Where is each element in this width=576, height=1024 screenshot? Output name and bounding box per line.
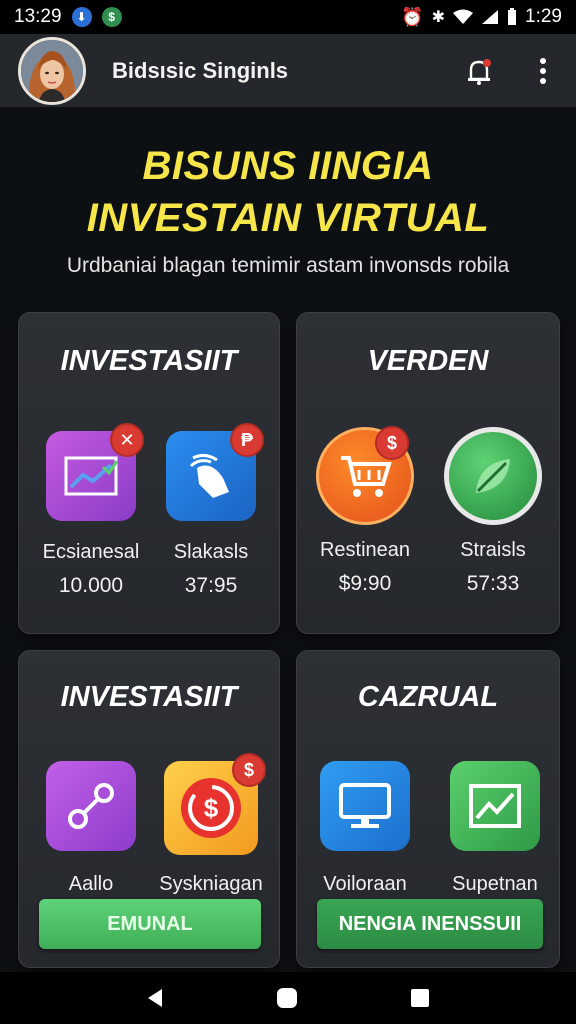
svg-text:$: $ [204, 793, 219, 823]
app-notification-icon: $ [101, 7, 122, 27]
alarm-icon: ⏰ [401, 6, 424, 27]
tile-straisls[interactable]: Straisls 57:33 [433, 427, 553, 596]
monitor-icon [320, 761, 410, 851]
tile-value: 10.000 [58, 574, 124, 597]
status-time: 13:29 [14, 6, 62, 27]
card-cazrual: CAZRUAL Voiloraan Supetnan NENGIA INENSS… [296, 650, 560, 968]
tile-restinean[interactable]: $ Restinean $9:90 [305, 426, 425, 596]
status-time-right: 1:29 [525, 6, 562, 27]
tile-label: Voiloraan [323, 873, 407, 895]
navigation-bar [0, 972, 576, 1024]
headline-line-1: BISUNS IINGIA [142, 144, 434, 188]
tile-value: $9:90 [338, 572, 392, 595]
nengia-inenssuii-button[interactable]: NENGIA INENSSUII [317, 899, 543, 949]
tile-label: Aallo [68, 873, 114, 895]
app-title: Bidsısic Singinls [112, 57, 289, 83]
card-investasiit-2: INVESTASIIT Aallo $ $ Syskniagan EMUNAL [18, 650, 280, 968]
mute-icon: ✱ [431, 9, 446, 26]
dollar-refresh-icon: $ $ [164, 753, 266, 855]
chart-line-icon: ✕ [46, 423, 144, 521]
card-title: INVESTASIIT [60, 345, 238, 377]
dollar-badge-icon[interactable]: $ [375, 426, 409, 460]
emunal-button[interactable]: EMUNAL [39, 899, 261, 949]
tile-value: 37:95 [184, 574, 238, 597]
tile-value: 57:33 [466, 572, 520, 595]
tile-slakasls[interactable]: ₱ Slakasls 37:95 [151, 423, 271, 598]
hand-swipe-icon: ₱ [166, 423, 264, 521]
trend-chart-icon [450, 761, 540, 851]
tile-label: Syskniagan [159, 873, 263, 895]
more-vert-icon[interactable] [528, 56, 558, 86]
tile-label: Ecsianesal [42, 541, 140, 563]
status-bar: 13:29 ⬇ $ ⏰ ✱ 1:29 [0, 0, 576, 34]
card-title: CAZRUAL [357, 681, 499, 713]
leaf-icon [444, 427, 542, 525]
tile-label: Slakasls [173, 541, 249, 563]
share-link-icon [46, 761, 136, 851]
headline-line-2: INVESTAIN VIRTUAL [86, 196, 490, 240]
app-bar: Bidsısic Singinls [0, 34, 576, 108]
app-notification-icon: ⬇ [71, 7, 92, 27]
tile-aallo[interactable]: Aallo [31, 761, 151, 896]
tile-label: Straisls [460, 539, 526, 561]
card-investasiit: INVESTASIIT ✕ Ecsianesal 10.000 ₱ Slakas… [18, 312, 280, 634]
avatar[interactable] [18, 36, 86, 105]
back-icon[interactable] [146, 988, 164, 1008]
home-icon[interactable] [276, 987, 298, 1009]
remove-badge-icon[interactable]: $ [232, 753, 266, 787]
signal-icon [482, 10, 499, 24]
tile-ecsianesal[interactable]: ✕ Ecsianesal 10.000 [31, 423, 151, 598]
battery-icon [508, 8, 517, 25]
tile-label: Supetnan [452, 873, 538, 895]
card-title: INVESTASIIT [60, 681, 238, 713]
wifi-icon [453, 9, 474, 24]
tile-voiloraan[interactable]: Voiloraan [305, 761, 425, 896]
shopping-cart-icon: $ [316, 426, 414, 525]
tile-label: Restinean [319, 539, 411, 561]
recents-icon[interactable] [410, 988, 430, 1008]
currency-badge-icon[interactable]: ₱ [230, 423, 264, 457]
tile-syskniagan[interactable]: $ $ Syskniagan [151, 753, 271, 896]
notification-bell-icon[interactable] [464, 56, 494, 86]
subtitle: Urdbaniai blagan temimir astam invonsds … [66, 254, 510, 277]
card-title: VERDEN [367, 345, 489, 377]
tile-supetnan[interactable]: Supetnan [435, 761, 555, 896]
remove-badge-icon[interactable]: ✕ [110, 423, 144, 457]
headline: BISUNS IINGIA INVESTAIN VIRTUAL [0, 140, 576, 244]
card-verden: VERDEN $ Restinean $9:90 Straisls 57:33 [296, 312, 560, 634]
